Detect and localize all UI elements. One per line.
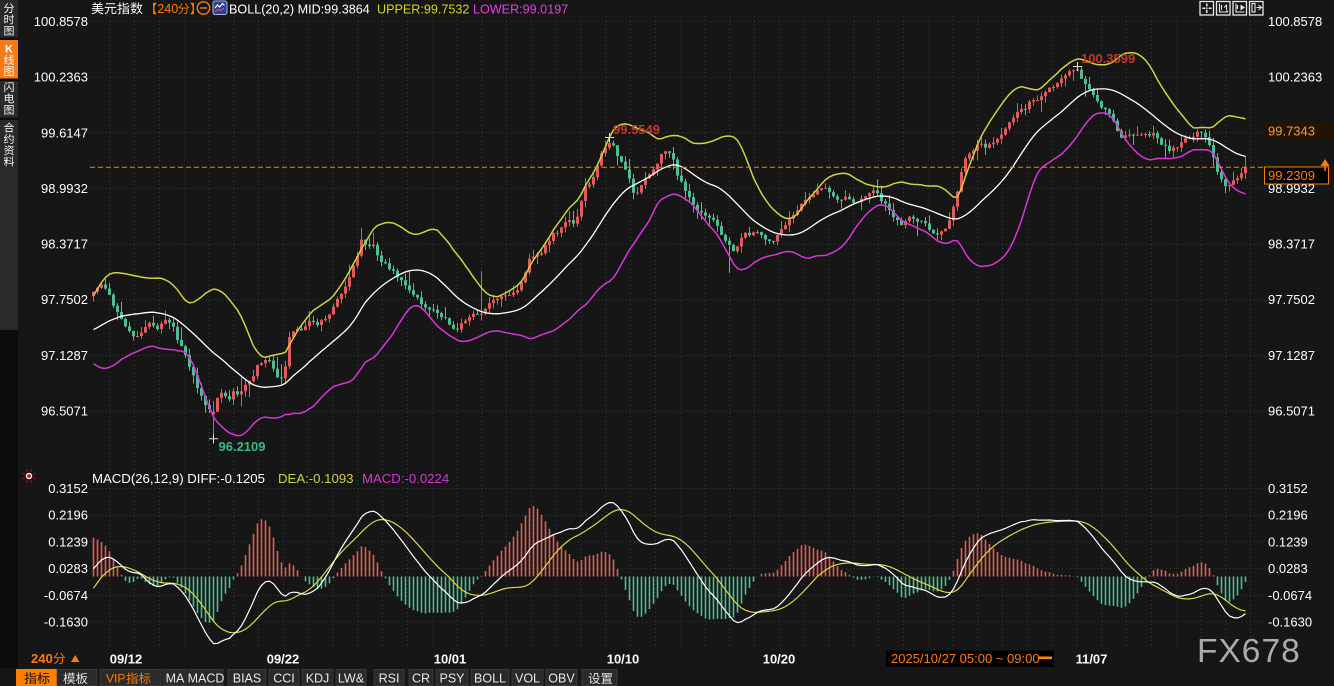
svg-text:100.8578: 100.8578 <box>34 14 88 29</box>
svg-text:240: 240 <box>31 651 53 666</box>
svg-text:FX678: FX678 <box>1197 633 1301 670</box>
svg-text:0.2196: 0.2196 <box>48 508 88 523</box>
svg-text:97.7502: 97.7502 <box>41 292 88 307</box>
svg-text:98.3717: 98.3717 <box>1268 237 1315 252</box>
svg-text:0.1239: 0.1239 <box>48 534 88 549</box>
svg-text:96.5071: 96.5071 <box>1268 404 1315 419</box>
svg-text:100.2363: 100.2363 <box>34 70 88 85</box>
svg-text:99.2309: 99.2309 <box>1268 168 1315 183</box>
svg-text:-0.1630: -0.1630 <box>44 615 88 630</box>
svg-text:99.7343: 99.7343 <box>1268 124 1315 139</box>
svg-text:-0.0674: -0.0674 <box>1268 588 1312 603</box>
svg-text:LOWER:99.0197: LOWER:99.0197 <box>473 3 568 17</box>
svg-text:10/10: 10/10 <box>607 652 640 667</box>
svg-text:240: 240 <box>157 2 178 16</box>
svg-text:97.1287: 97.1287 <box>1268 348 1315 363</box>
svg-text:MACD: MACD <box>188 672 225 686</box>
svg-text:-0.0674: -0.0674 <box>44 588 88 603</box>
svg-text:KDJ: KDJ <box>306 672 330 686</box>
svg-text:100.3599: 100.3599 <box>1081 51 1135 66</box>
svg-text:09/12: 09/12 <box>110 652 143 667</box>
svg-text:99.6147: 99.6147 <box>41 125 88 140</box>
svg-text:LW&: LW& <box>338 672 365 686</box>
svg-text:96.2109: 96.2109 <box>219 439 266 454</box>
svg-text:0.2196: 0.2196 <box>1268 508 1308 523</box>
svg-text:MACD:-0.0224: MACD:-0.0224 <box>362 471 449 486</box>
svg-text:CCI: CCI <box>273 672 295 686</box>
svg-text:CR: CR <box>412 672 430 686</box>
svg-text:RSI: RSI <box>379 672 400 686</box>
svg-text:VIP: VIP <box>106 672 125 686</box>
svg-text:99.5549: 99.5549 <box>613 122 660 137</box>
svg-text:DEA:-0.1093: DEA:-0.1093 <box>278 471 354 486</box>
svg-text:98.9932: 98.9932 <box>41 181 88 196</box>
svg-text:MA: MA <box>166 672 185 686</box>
svg-text:PSY: PSY <box>439 672 465 686</box>
svg-text:96.5071: 96.5071 <box>41 404 88 419</box>
svg-text:09/22: 09/22 <box>267 652 300 667</box>
svg-text:10/20: 10/20 <box>763 652 796 667</box>
svg-text:-0.1630: -0.1630 <box>1268 615 1312 630</box>
svg-text:97.7502: 97.7502 <box>1268 292 1315 307</box>
svg-text:11/07: 11/07 <box>1076 652 1108 667</box>
svg-text:2025/10/27 05:00 ~ 09:00: 2025/10/27 05:00 ~ 09:00 <box>891 651 1040 666</box>
svg-text:0.3152: 0.3152 <box>1268 481 1308 496</box>
svg-text:0.0283: 0.0283 <box>48 561 88 576</box>
svg-text:BOLL: BOLL <box>474 672 506 686</box>
svg-text:UPPER:99.7532: UPPER:99.7532 <box>377 3 469 17</box>
svg-text:BOLL(20,2) MID:99.3864: BOLL(20,2) MID:99.3864 <box>229 3 370 17</box>
svg-text:0.0283: 0.0283 <box>1268 561 1308 576</box>
svg-text:0.3152: 0.3152 <box>48 481 88 496</box>
svg-text:100.8578: 100.8578 <box>1268 14 1322 29</box>
svg-text:10/01: 10/01 <box>434 652 467 667</box>
svg-text:100.2363: 100.2363 <box>1268 70 1322 85</box>
svg-text:BIAS: BIAS <box>233 672 262 686</box>
svg-text:VOL: VOL <box>515 672 540 686</box>
svg-text:97.1287: 97.1287 <box>41 348 88 363</box>
svg-text:MACD(26,12,9) DIFF:-0.1205: MACD(26,12,9) DIFF:-0.1205 <box>92 471 265 486</box>
svg-text:0.1239: 0.1239 <box>1268 534 1308 549</box>
svg-text:K: K <box>5 44 13 56</box>
svg-text:OBV: OBV <box>548 672 575 686</box>
svg-text:98.3717: 98.3717 <box>41 237 88 252</box>
